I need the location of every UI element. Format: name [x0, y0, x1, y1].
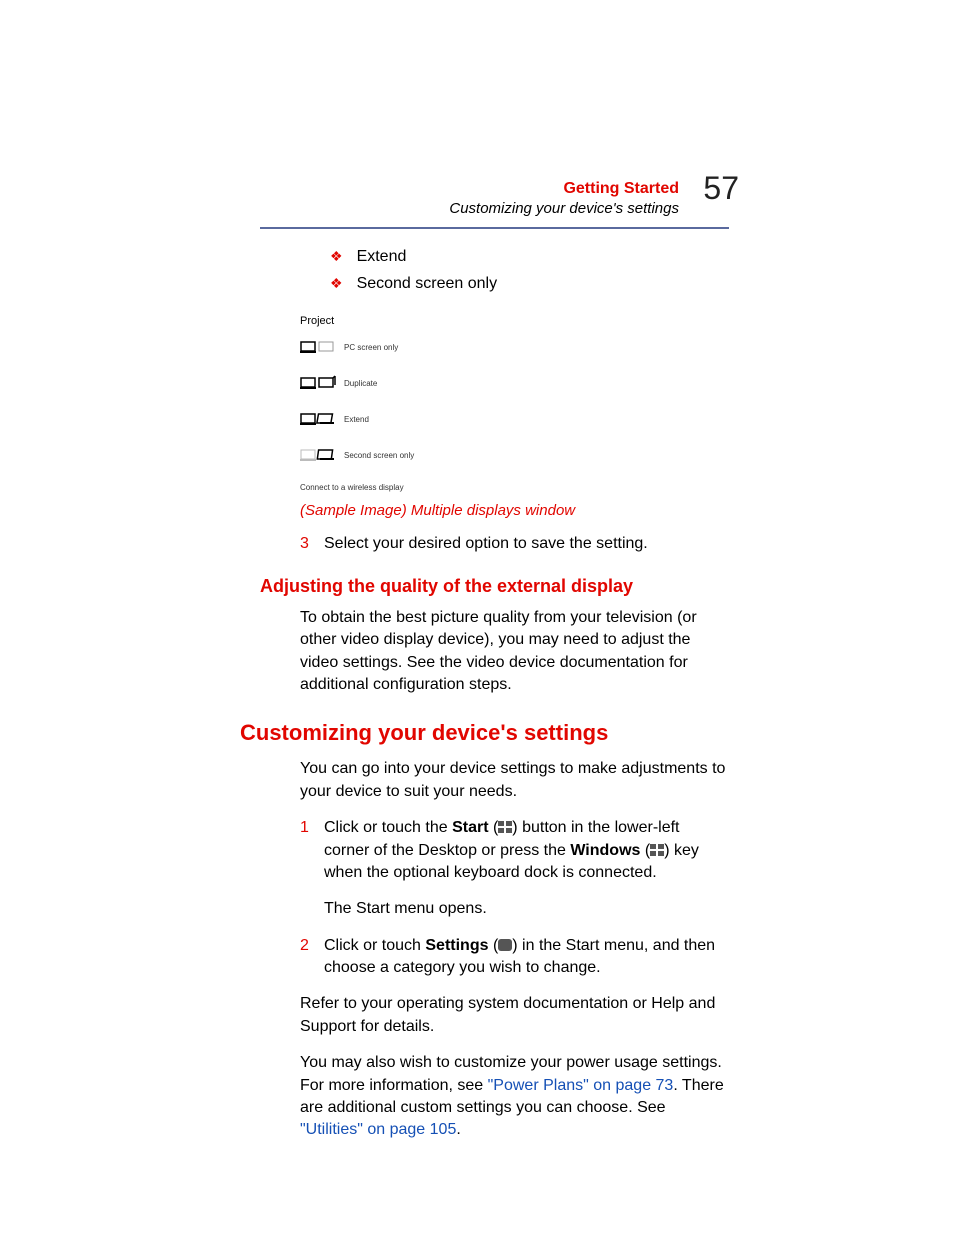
- heading-adjusting-quality: Adjusting the quality of the external di…: [260, 576, 729, 597]
- windows-key-icon: [650, 844, 664, 856]
- step-2: 2 Click or touch Settings () in the Star…: [300, 935, 729, 980]
- link-power-plans[interactable]: "Power Plans" on page 73: [488, 1077, 674, 1094]
- option-label: Duplicate: [344, 379, 377, 388]
- step-1: 1 Click or touch the Start () button in …: [300, 817, 729, 884]
- pc-screen-only-icon: [300, 339, 338, 355]
- step-number: 2: [300, 935, 324, 980]
- bullet-text: Second screen only: [357, 270, 498, 297]
- option-label: PC screen only: [344, 343, 398, 352]
- step-number: 1: [300, 817, 324, 884]
- paragraph: You may also wish to customize your powe…: [300, 1052, 729, 1142]
- second-screen-only-icon: [300, 447, 338, 463]
- extend-icon: [300, 411, 338, 427]
- step-text: Click or touch the Start () button in th…: [324, 817, 729, 884]
- paragraph: To obtain the best picture quality from …: [300, 607, 729, 697]
- paragraph: You can go into your device settings to …: [300, 758, 729, 803]
- step-text: Click or touch Settings () in the Start …: [324, 935, 729, 980]
- step-3: 3 Select your desired option to save the…: [300, 533, 729, 555]
- page-number: 57: [703, 170, 739, 207]
- project-title: Project: [300, 315, 460, 327]
- page-header: Getting Started Customizing your device'…: [260, 180, 729, 217]
- chapter-subtitle: Customizing your device's settings: [260, 200, 679, 217]
- header-rule: [260, 227, 729, 229]
- project-option-pc-only: PC screen only: [300, 339, 460, 355]
- project-option-duplicate: Duplicate: [300, 375, 460, 391]
- bullet-list: ❖ Extend ❖ Second screen only: [330, 243, 729, 297]
- step-number: 3: [300, 533, 324, 555]
- project-option-extend: Extend: [300, 411, 460, 427]
- project-panel-figure: Project PC screen only Duplicate Extend …: [300, 315, 460, 492]
- step-text: Select your desired option to save the s…: [324, 533, 729, 555]
- start-icon: [498, 821, 512, 833]
- option-label: Extend: [344, 415, 369, 424]
- list-item: ❖ Second screen only: [330, 270, 729, 297]
- figure-caption: (Sample Image) Multiple displays window: [300, 502, 729, 519]
- diamond-icon: ❖: [330, 245, 343, 269]
- list-item: ❖ Extend: [330, 243, 729, 270]
- duplicate-icon: [300, 375, 338, 391]
- wireless-display-link: Connect to a wireless display: [300, 483, 460, 492]
- settings-gear-icon: [498, 939, 512, 951]
- bullet-text: Extend: [357, 243, 407, 270]
- link-utilities[interactable]: "Utilities" on page 105: [300, 1121, 456, 1138]
- heading-customizing-settings: Customizing your device's settings: [240, 720, 729, 746]
- chapter-title: Getting Started: [260, 180, 679, 198]
- project-option-second-only: Second screen only: [300, 447, 460, 463]
- paragraph: The Start menu opens.: [324, 898, 729, 920]
- diamond-icon: ❖: [330, 272, 343, 296]
- paragraph: Refer to your operating system documenta…: [300, 993, 729, 1038]
- option-label: Second screen only: [344, 451, 414, 460]
